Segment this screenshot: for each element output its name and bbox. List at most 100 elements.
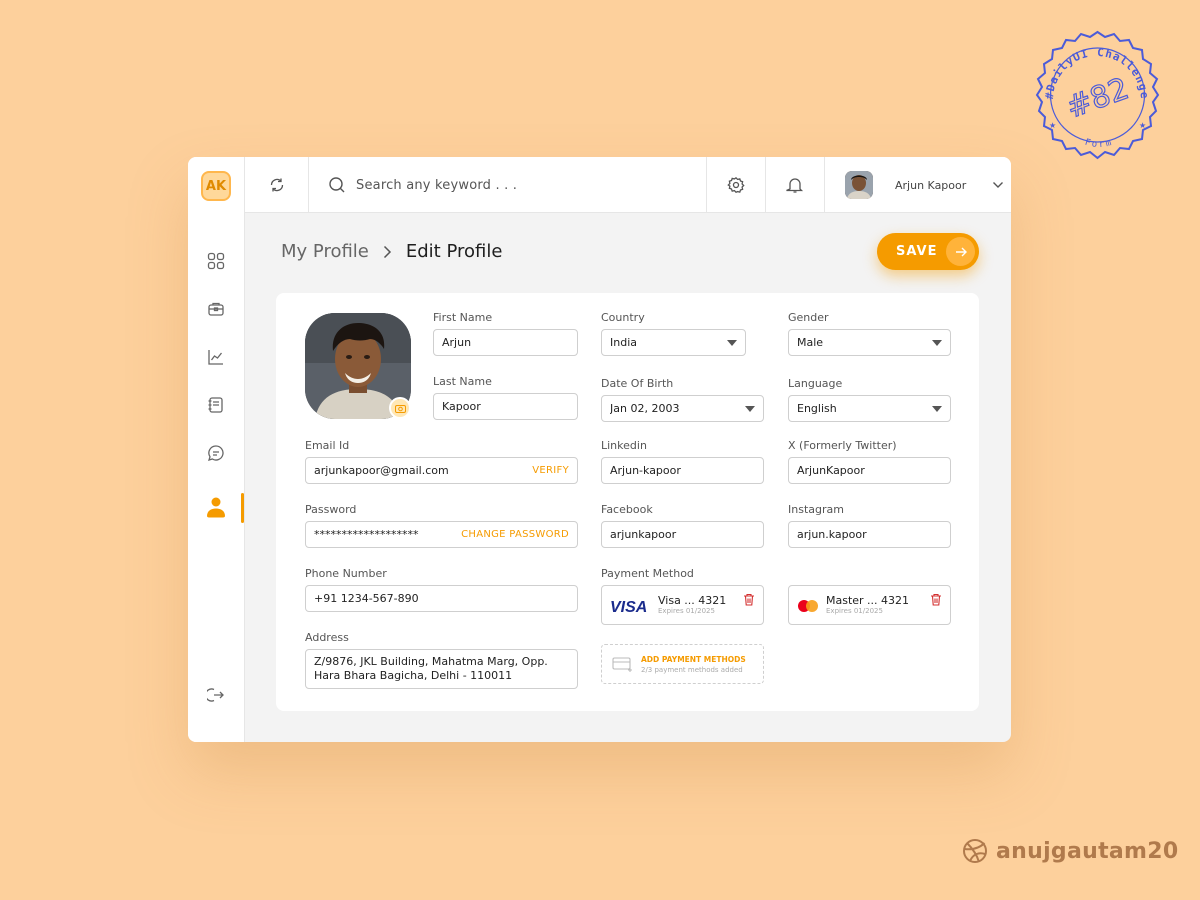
last-name-field[interactable]: Kapoor (433, 393, 578, 420)
chart-icon[interactable] (206, 347, 226, 367)
chevron-down-icon (993, 182, 1004, 188)
app-window: AK Search any keyword . . . Arjun Kapoor… (188, 157, 1011, 742)
twitter-value: ArjunKapoor (797, 464, 865, 477)
profile-form-card: First Name Arjun Last Name Kapoor Email … (276, 293, 979, 711)
save-label: SAVE (896, 244, 938, 259)
svg-text:Form: Form (1084, 138, 1115, 150)
country-select[interactable]: India (601, 329, 746, 356)
gender-select[interactable]: Male (788, 329, 951, 356)
password-label: Password (305, 503, 357, 516)
stamp-number: #82 (1062, 71, 1133, 126)
phone-field[interactable]: +91 1234-567-890 (305, 585, 578, 612)
card-add-icon (612, 657, 632, 672)
mastercard-logo (798, 600, 818, 612)
page-title: Edit Profile (405, 241, 503, 262)
payment-label: Payment Method (601, 567, 694, 580)
logo[interactable]: AK (201, 171, 231, 201)
email-label: Email Id (305, 439, 350, 452)
chat-icon[interactable] (206, 443, 226, 463)
password-value: ******************* (314, 528, 419, 541)
phone-label: Phone Number (305, 567, 387, 580)
logout-icon[interactable] (206, 685, 226, 705)
add-payment-subtitle: 2/3 payment methods added (641, 666, 743, 674)
search-icon (329, 177, 345, 193)
dob-select[interactable]: Jan 02, 2003 (601, 395, 764, 422)
svg-text:★: ★ (1049, 121, 1056, 130)
facebook-label: Facebook (601, 503, 653, 516)
change-password-button[interactable]: CHANGE PASSWORD (461, 529, 569, 540)
add-payment-method-button[interactable]: ADD PAYMENT METHODS 2/3 payment methods … (601, 644, 764, 684)
first-name-value: Arjun (442, 336, 472, 349)
caret-down-icon (727, 339, 737, 346)
linkedin-value: Arjun-kapoor (610, 464, 681, 477)
twitter-label: X (Formerly Twitter) (788, 439, 897, 452)
camera-icon[interactable] (389, 397, 411, 419)
user-name: Arjun Kapoor (895, 178, 967, 192)
save-button[interactable]: SAVE (877, 233, 979, 270)
email-value: arjunkapoor@gmail.com (314, 464, 449, 477)
first-name-label: First Name (433, 311, 493, 324)
address-field[interactable]: Z/9876, JKL Building, Mahatma Marg, Opp.… (305, 649, 578, 689)
last-name-label: Last Name (433, 375, 492, 388)
visa-logo: VISA (610, 599, 647, 614)
language-label: Language (788, 377, 843, 390)
topbar: Search any keyword . . . Arjun Kapoor (245, 157, 1011, 213)
chevron-right-icon (383, 245, 392, 259)
instagram-label: Instagram (788, 503, 844, 516)
sidebar-active-indicator (241, 493, 244, 523)
svg-text:VISA: VISA (610, 599, 647, 614)
first-name-field[interactable]: Arjun (433, 329, 578, 356)
dob-value: Jan 02, 2003 (610, 402, 680, 415)
caret-down-icon (932, 339, 942, 346)
user-icon[interactable] (206, 497, 226, 518)
watermark: anujgautam20 (962, 838, 1178, 864)
password-field[interactable]: ******************* CHANGE PASSWORD (305, 521, 578, 548)
trash-icon[interactable] (743, 593, 755, 606)
facebook-value: arjunkapoor (610, 528, 677, 541)
language-select[interactable]: English (788, 395, 951, 422)
gear-icon[interactable] (707, 157, 765, 213)
instagram-value: arjun.kapoor (797, 528, 867, 541)
mastercard-card-name: Master ... 4321 (826, 594, 910, 607)
last-name-value: Kapoor (442, 400, 481, 413)
dribbble-icon (963, 839, 987, 863)
language-value: English (797, 402, 837, 415)
phone-value: +91 1234-567-890 (314, 592, 419, 605)
gender-label: Gender (788, 311, 829, 324)
trash-icon[interactable] (930, 593, 942, 606)
linkedin-label: Linkedin (601, 439, 647, 452)
twitter-field[interactable]: ArjunKapoor (788, 457, 951, 484)
search-input[interactable]: Search any keyword . . . (356, 178, 517, 193)
visa-card-expiry: Expires 01/2025 (658, 607, 715, 615)
stamp-bottom-text: Form (1084, 138, 1113, 150)
user-menu[interactable]: Arjun Kapoor (825, 157, 1011, 213)
verify-button[interactable]: VERIFY (532, 465, 569, 476)
facebook-field[interactable]: arjunkapoor (601, 521, 764, 548)
instagram-field[interactable]: arjun.kapoor (788, 521, 951, 548)
payment-card-mastercard[interactable]: Master ... 4321 Expires 01/2025 (788, 585, 951, 625)
briefcase-icon[interactable] (206, 299, 226, 319)
breadcrumb: My Profile Edit Profile (281, 241, 502, 262)
email-field[interactable]: arjunkapoor@gmail.com VERIFY (305, 457, 578, 484)
arrow-right-icon (946, 237, 975, 266)
dob-label: Date Of Birth (601, 377, 674, 390)
notebook-icon[interactable] (206, 395, 226, 415)
refresh-icon[interactable] (245, 157, 308, 213)
caret-down-icon (745, 405, 755, 412)
payment-card-visa[interactable]: VISA Visa ... 4321 Expires 01/2025 (601, 585, 764, 625)
avatar (845, 171, 873, 199)
grid-icon[interactable] (206, 251, 226, 271)
breadcrumb-parent[interactable]: My Profile (281, 241, 369, 262)
bell-icon[interactable] (766, 157, 824, 213)
svg-text:★: ★ (1139, 121, 1146, 130)
daily-ui-stamp: #DailyUI Challenge #82 Form ★ ★ (1035, 30, 1160, 160)
address-label: Address (305, 631, 349, 644)
add-payment-title: ADD PAYMENT METHODS (641, 655, 746, 664)
search-bar[interactable]: Search any keyword . . . (308, 157, 706, 213)
watermark-text: anujgautam20 (996, 838, 1179, 864)
gender-value: Male (797, 336, 824, 349)
linkedin-field[interactable]: Arjun-kapoor (601, 457, 764, 484)
country-label: Country (601, 311, 645, 324)
visa-card-name: Visa ... 4321 (658, 594, 727, 607)
mastercard-card-expiry: Expires 01/2025 (826, 607, 883, 615)
